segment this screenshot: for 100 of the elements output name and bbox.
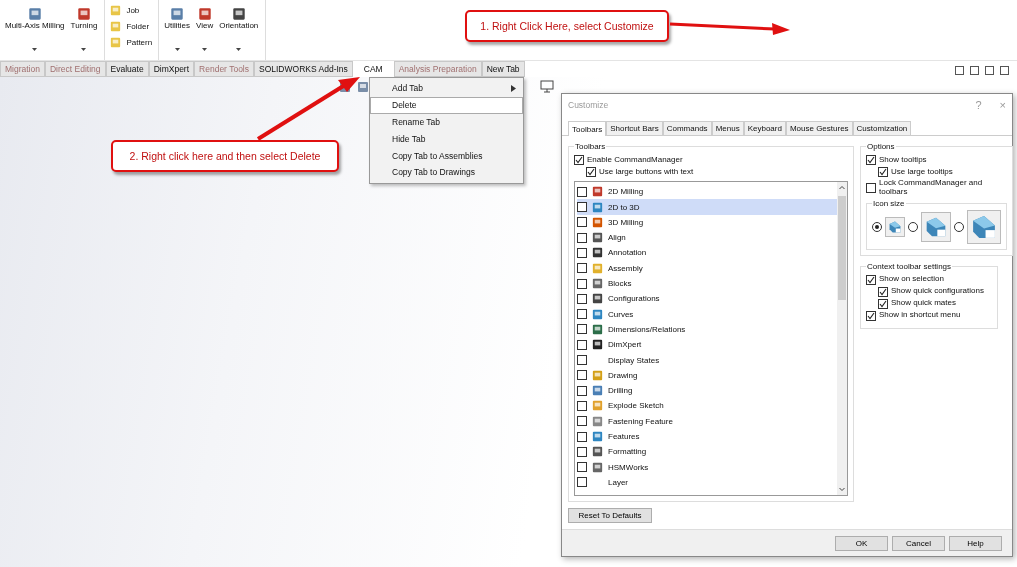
toolbar-icon [591, 277, 604, 291]
checkbox[interactable] [866, 182, 876, 193]
list-row[interactable]: Curves [577, 306, 837, 322]
checkbox[interactable] [577, 370, 587, 381]
list-row[interactable]: 3D Milling [577, 214, 837, 230]
menu-item[interactable]: Add Tab [370, 80, 523, 97]
checkbox[interactable] [577, 278, 587, 289]
dialog-tab[interactable]: Customization [852, 121, 912, 136]
caret-icon [32, 48, 38, 51]
list-row[interactable]: Blocks [577, 275, 837, 292]
menu-item[interactable]: Copy Tab to Assemblies [370, 147, 523, 164]
checkbox[interactable] [577, 446, 587, 457]
checkbox[interactable] [574, 155, 584, 166]
list-row[interactable]: Configurations [577, 291, 837, 307]
command-tab[interactable]: Evaluate [105, 61, 149, 77]
list-row[interactable]: HSMWorks [577, 459, 837, 475]
ribbon-button[interactable]: Orientation [218, 4, 260, 60]
tool-icon [230, 6, 247, 22]
toolbar-icon [591, 215, 604, 229]
checkbox[interactable] [866, 155, 876, 166]
dialog-tab[interactable]: Mouse Gestures [785, 121, 853, 136]
checkbox[interactable] [866, 274, 876, 285]
command-tab[interactable]: New Tab [481, 61, 525, 77]
toolbar-icon [591, 460, 604, 474]
command-tab[interactable]: SOLIDWORKS Add-Ins [254, 61, 353, 77]
checkbox[interactable] [577, 385, 587, 396]
radio-button[interactable] [954, 221, 964, 232]
tool-icon [75, 6, 92, 22]
menu-item[interactable]: Rename Tab [370, 113, 523, 131]
list-row[interactable]: Annotation [577, 245, 837, 261]
group-title: Options [866, 142, 896, 152]
dialog-tab[interactable]: Keyboard [743, 121, 786, 136]
checkbox[interactable] [878, 167, 888, 178]
option-label: Show quick configurations [891, 287, 984, 297]
dialog-tab[interactable]: Menus [711, 121, 744, 136]
list-row[interactable]: Fastening Feature [577, 413, 837, 429]
dialog-button[interactable]: Help [949, 535, 1002, 551]
ribbon-button[interactable]: Job [109, 4, 153, 17]
callout-box: 2. Right click here and then select Delete [111, 140, 339, 172]
ribbon-button[interactable]: Folder [109, 20, 153, 33]
checkbox[interactable] [577, 431, 587, 442]
list-row[interactable]: Formatting [577, 444, 837, 460]
menu-item[interactable]: Delete [370, 96, 523, 114]
list-row[interactable]: 2D Milling [577, 184, 837, 200]
dialog-button[interactable]: OK [835, 535, 888, 551]
dialog-tab[interactable]: Commands [662, 121, 712, 136]
checkbox[interactable] [878, 298, 888, 309]
dialog-button[interactable]: Cancel [892, 535, 945, 551]
list-row[interactable]: Explode Sketch [577, 398, 837, 414]
option-label: Use large tooltips [891, 167, 953, 177]
ribbon-button[interactable]: Multi-Axis Milling [4, 4, 66, 60]
dialog-tab[interactable]: Shortcut Bars [606, 121, 663, 136]
checkbox[interactable] [577, 202, 587, 213]
ribbon-button[interactable]: Utilities [163, 4, 191, 60]
radio-button[interactable] [872, 221, 882, 232]
command-tab[interactable]: DimXpert [148, 61, 195, 77]
menu-item[interactable]: Copy Tab to Drawings [370, 164, 523, 181]
cube-icon [888, 219, 902, 234]
reset-button[interactable]: Reset To Defaults [568, 508, 652, 524]
option-label: Show tooltips [879, 155, 927, 165]
toolbar-icon [591, 384, 604, 398]
list-row[interactable]: Dimensions/Relations [577, 321, 837, 338]
checkbox[interactable] [866, 310, 876, 321]
radio-button[interactable] [908, 221, 918, 232]
option-label: Show on selection [879, 275, 944, 285]
checkbox[interactable] [577, 324, 587, 335]
checkbox[interactable] [577, 232, 587, 243]
checkbox[interactable] [577, 247, 587, 258]
checkbox[interactable] [577, 309, 587, 320]
ribbon-button[interactable]: Pattern [109, 36, 153, 49]
command-tab[interactable]: CAM [358, 61, 388, 77]
checkbox[interactable] [878, 286, 888, 297]
checkbox[interactable] [577, 355, 587, 365]
dialog-tab[interactable]: Toolbars [568, 121, 607, 137]
checkbox[interactable] [577, 293, 587, 304]
checkbox[interactable] [586, 167, 596, 178]
checkbox[interactable] [577, 416, 587, 427]
checkbox[interactable] [577, 477, 587, 488]
list-row[interactable]: Layer [577, 474, 837, 491]
checkbox[interactable] [577, 339, 587, 350]
checkbox[interactable] [577, 186, 587, 197]
checkbox[interactable] [577, 263, 587, 274]
checkbox[interactable] [577, 400, 587, 411]
list-row[interactable]: Align [577, 230, 837, 246]
list-row[interactable]: 2D to 3D [577, 199, 837, 215]
checkbox[interactable] [577, 462, 587, 473]
list-row[interactable]: Assembly [577, 260, 837, 276]
toolbar-icon [591, 338, 604, 352]
list-row[interactable]: Drawing [577, 367, 837, 383]
menu-item[interactable]: Hide Tab [370, 130, 523, 148]
list-row[interactable]: Drilling [577, 382, 837, 399]
option-label: Use large buttons with text [599, 167, 694, 177]
list-row[interactable]: Display States [577, 352, 837, 368]
list-row[interactable]: DimXpert [577, 337, 837, 353]
ribbon-button[interactable]: Turning [69, 4, 99, 60]
ribbon-button[interactable]: View [194, 4, 215, 60]
monitor-icon[interactable] [540, 80, 554, 93]
tool-icon [169, 6, 186, 22]
checkbox[interactable] [577, 217, 587, 228]
list-row[interactable]: Features [577, 428, 837, 445]
